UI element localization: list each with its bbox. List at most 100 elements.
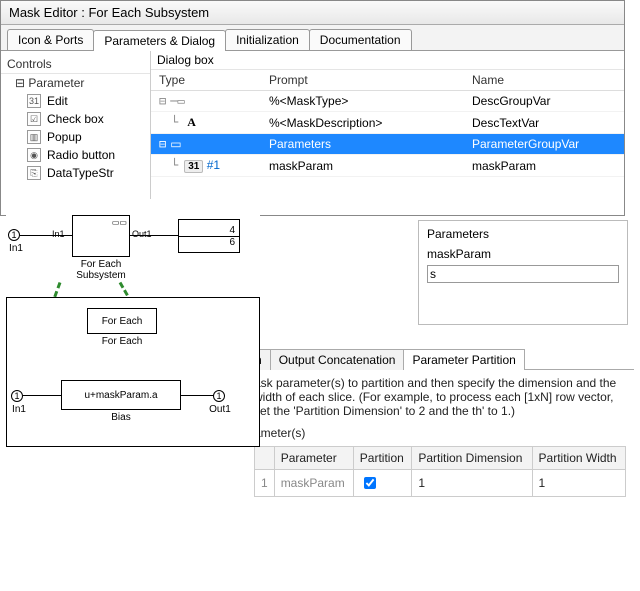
controls-group[interactable]: ⊟ Parameter xyxy=(1,74,150,92)
inport-label: In1 xyxy=(7,404,31,415)
edit-icon: 31 xyxy=(27,94,41,108)
row-number: 1 xyxy=(255,470,275,497)
dialogbox-title: Dialog box xyxy=(151,51,624,70)
col-partition[interactable]: Partition xyxy=(353,447,412,470)
cell-parameter: maskParam xyxy=(274,470,353,497)
partition-checkbox[interactable] xyxy=(364,477,376,489)
control-checkbox[interactable]: ☑ Check box xyxy=(1,110,150,128)
tab-initialization[interactable]: Initialization xyxy=(225,29,310,50)
dialogbox-panel: Dialog box Type Prompt Name ⊟─▭ %<MaskTy… xyxy=(151,51,624,215)
partition-body: ask parameter(s) to partition and then s… xyxy=(246,370,634,503)
col-partition-width[interactable]: Partition Width xyxy=(532,447,625,470)
table-header-row: Parameter Partition Partition Dimension … xyxy=(255,447,626,470)
inport-1: 1 xyxy=(8,229,20,241)
popup-icon: ▥ xyxy=(27,130,41,144)
datatype-icon: ⎘ xyxy=(27,166,41,180)
main-tabstrip: Icon & Ports Parameters & Dialog Initial… xyxy=(1,25,624,50)
cell-name: ParameterGroupVar xyxy=(464,134,624,155)
display-value-2: 6 xyxy=(179,237,239,248)
mask-editor-window: Mask Editor : For Each Subsystem Icon & … xyxy=(0,0,625,216)
for-each-subsystem-label: For Each Subsystem xyxy=(66,259,136,281)
display-block: 4 6 xyxy=(178,219,240,253)
tab-label: Documentation xyxy=(320,33,401,47)
param-index: #1 xyxy=(207,158,220,172)
control-label: Radio button xyxy=(47,148,115,162)
tree-glyph-icon: ⊟ xyxy=(159,137,166,151)
partition-description: ask parameter(s) to partition and then s… xyxy=(254,376,626,418)
table-row[interactable]: 1 maskParam 1 1 xyxy=(255,470,626,497)
outport-1: 1 xyxy=(213,390,225,402)
control-label: Popup xyxy=(47,130,82,144)
tab-parameters-dialog[interactable]: Parameters & Dialog xyxy=(93,30,226,51)
block-outport-label: Out1 xyxy=(132,229,152,239)
edit-type-icon: 31 xyxy=(184,160,203,173)
wire xyxy=(23,395,61,396)
window-title: Mask Editor : For Each Subsystem xyxy=(1,1,624,25)
tab-label: Parameter Partition xyxy=(412,353,515,367)
col-name[interactable]: Name xyxy=(464,70,624,91)
table-row[interactable]: ⊟─▭ %<MaskType> DescGroupVar xyxy=(151,91,624,112)
port-number: 1 xyxy=(11,230,16,240)
tab-label: Parameters & Dialog xyxy=(104,34,215,48)
main-diagram: For Each For Each 1 In1 u+maskParam.a Bi… xyxy=(6,297,260,447)
cell-name: maskParam xyxy=(464,155,624,177)
cell-prompt: %<MaskDescription> xyxy=(261,112,464,134)
dialogbox-table: Type Prompt Name ⊟─▭ %<MaskType> DescGro… xyxy=(151,70,624,177)
checkbox-icon: ☑ xyxy=(27,112,41,126)
cell-prompt: %<MaskType> xyxy=(261,91,464,112)
window-title-text: Mask Editor : For Each Subsystem xyxy=(9,5,209,20)
for-each-block: For Each xyxy=(87,308,157,334)
stack-icon: ▭▭ xyxy=(112,218,127,227)
for-each-subsystem-block: ▭▭ xyxy=(72,215,130,257)
col-type[interactable]: Type xyxy=(151,70,261,91)
control-datatypestr[interactable]: ⎘DataTypeStr xyxy=(1,164,150,182)
controls-title: Controls xyxy=(1,55,150,74)
cell-prompt: Parameters xyxy=(261,134,464,155)
callout-line xyxy=(119,282,187,396)
wire xyxy=(181,395,213,396)
wire xyxy=(20,235,72,236)
inport-label: In1 xyxy=(6,243,26,254)
tab-icon-ports[interactable]: Icon & Ports xyxy=(7,29,94,50)
inport-1: 1 xyxy=(11,390,23,402)
properties-panel: Parameters maskParam xyxy=(418,220,628,325)
tab-label: Icon & Ports xyxy=(18,33,83,47)
port-number: 1 xyxy=(216,391,221,401)
tab-label: n xyxy=(255,353,262,367)
col-parameter[interactable]: Parameter xyxy=(274,447,353,470)
control-edit[interactable]: 31 Edit xyxy=(1,92,150,110)
tab-output-concatenation[interactable]: Output Concatenation xyxy=(270,349,405,370)
control-label: Edit xyxy=(47,94,68,108)
text-type-icon: A xyxy=(184,115,199,130)
bias-block: u+maskParam.a xyxy=(61,380,181,410)
for-each-label: For Each xyxy=(87,336,157,347)
table-header-row: Type Prompt Name xyxy=(151,70,624,91)
control-popup[interactable]: ▥ Popup xyxy=(1,128,150,146)
tab-label: Initialization xyxy=(236,33,299,47)
tree-glyph-icon: ⊟ xyxy=(159,94,166,108)
col-prompt[interactable]: Prompt xyxy=(261,70,464,91)
controls-group-label: Parameter xyxy=(28,76,84,90)
partition-tabstrip: n Output Concatenation Parameter Partiti… xyxy=(246,348,634,370)
display-value-1: 4 xyxy=(179,225,239,237)
callout-line xyxy=(28,282,62,368)
param-value-input[interactable] xyxy=(427,265,619,283)
table-row[interactable]: └31 #1 maskParam maskParam xyxy=(151,155,624,177)
main-pane: Controls ⊟ Parameter 31 Edit ☑ Check box ▥… xyxy=(1,50,624,215)
table-row-selected[interactable]: ⊟▭ Parameters ParameterGroupVar xyxy=(151,134,624,155)
table-row[interactable]: └A %<MaskDescription> DescTextVar xyxy=(151,112,624,134)
block-text: For Each xyxy=(102,316,143,327)
control-radio[interactable]: ◉Radio button xyxy=(1,146,150,164)
controls-panel: Controls ⊟ Parameter 31 Edit ☑ Check box ▥… xyxy=(1,51,151,215)
wire xyxy=(130,235,178,236)
diagram-overlay: 1 In1 ▭▭ In1 Out1 For Each Subsystem 4 6… xyxy=(0,199,260,447)
tab-n[interactable]: n xyxy=(246,349,271,370)
control-label: Check box xyxy=(47,112,104,126)
tab-documentation[interactable]: Documentation xyxy=(309,29,412,50)
block-inport-label: In1 xyxy=(52,229,65,239)
cell-partition-dimension[interactable]: 1 xyxy=(412,470,532,497)
bias-expression: u+maskParam.a xyxy=(84,390,157,401)
tab-parameter-partition[interactable]: Parameter Partition xyxy=(403,349,524,370)
col-partition-dimension[interactable]: Partition Dimension xyxy=(412,447,532,470)
cell-partition-width[interactable]: 1 xyxy=(532,470,625,497)
